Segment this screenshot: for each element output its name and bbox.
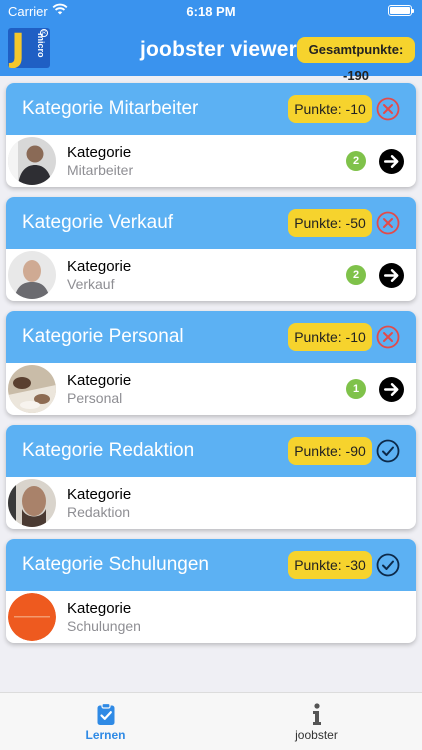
tab-label: Lernen: [85, 728, 126, 742]
row-title: Kategorie: [67, 600, 132, 617]
battery-icon: [388, 5, 414, 16]
points-badge: Punkte: -30: [288, 551, 372, 579]
points-badge: Punkte: -10: [288, 95, 372, 123]
check-circle-icon: [376, 439, 400, 463]
count-badge: 1: [346, 379, 366, 399]
clipboard-check-icon: [97, 702, 114, 725]
category-card[interactable]: Kategorie Verkauf Punkte: -50 Kategorie …: [6, 197, 416, 301]
category-title: Kategorie Personal: [22, 326, 184, 347]
avatar: [8, 365, 56, 413]
category-header: Kategorie Verkauf Punkte: -50: [6, 197, 416, 249]
tab-joobster[interactable]: joobster: [211, 693, 422, 750]
arrow-right-circle-icon[interactable]: [379, 263, 404, 288]
row-subtitle: Redaktion: [67, 504, 131, 520]
status-bar: Carrier 6:18 PM: [0, 0, 422, 22]
tab-label: joobster: [295, 728, 338, 742]
row-title: Kategorie: [67, 486, 132, 503]
points-badge: Punkte: -10: [288, 323, 372, 351]
row-subtitle: Schulungen: [67, 618, 141, 634]
tab-lernen[interactable]: Lernen: [0, 693, 211, 750]
avatar: [8, 479, 56, 527]
count-badge: 2: [346, 265, 366, 285]
app-header: Carrier 6:18 PM J micro R joobster viewe…: [0, 0, 422, 83]
logo-letter: J: [11, 28, 26, 68]
category-header: Kategorie Schulungen Punkte: -30: [6, 539, 416, 591]
category-header: Kategorie Redaktion Punkte: -90: [6, 425, 416, 477]
check-circle-icon: [376, 553, 400, 577]
category-card[interactable]: Kategorie Mitarbeiter Punkte: -10 Katego…: [6, 83, 416, 187]
category-title: Kategorie Redaktion: [22, 440, 195, 461]
row-subtitle: Mitarbeiter: [67, 162, 134, 178]
row-title: Kategorie: [67, 258, 132, 275]
category-title: Kategorie Verkauf: [22, 212, 174, 233]
total-points-badge: Gesamtpunkte: -190: [297, 37, 415, 83]
x-circle-icon: [376, 97, 400, 121]
category-header: Kategorie Mitarbeiter Punkte: -10: [6, 83, 416, 135]
row-title: Kategorie: [67, 144, 132, 161]
avatar: [8, 137, 56, 185]
category-title: Kategorie Mitarbeiter: [22, 98, 199, 119]
arrow-right-circle-icon[interactable]: [379, 377, 404, 402]
category-header: Kategorie Personal Punkte: -10: [6, 311, 416, 363]
avatar: [8, 251, 56, 299]
avatar: [8, 593, 56, 641]
tab-bar: Lernen joobster: [0, 692, 422, 750]
registered-icon: R: [40, 29, 48, 37]
app-title: joobster viewer: [140, 38, 298, 61]
info-icon: [312, 703, 321, 725]
count-badge: 2: [346, 151, 366, 171]
category-title: Kategorie Schulungen: [22, 554, 209, 575]
row-title: Kategorie: [67, 372, 132, 389]
x-circle-icon: [376, 211, 400, 235]
clock-label: 6:18 PM: [186, 4, 236, 19]
category-card[interactable]: Kategorie Redaktion Punkte: -90 Kategori…: [6, 425, 416, 529]
x-circle-icon: [376, 325, 400, 349]
row-subtitle: Personal: [67, 390, 123, 406]
category-card[interactable]: Kategorie Personal Punkte: -10 Kategorie…: [6, 311, 416, 415]
row-subtitle: Verkauf: [67, 276, 115, 292]
arrow-right-circle-icon[interactable]: [379, 149, 404, 174]
app-logo: J micro R: [8, 28, 50, 68]
category-card[interactable]: Kategorie Schulungen Punkte: -30 Kategor…: [6, 539, 416, 643]
points-badge: Punkte: -90: [288, 437, 372, 465]
points-badge: Punkte: -50: [288, 209, 372, 237]
